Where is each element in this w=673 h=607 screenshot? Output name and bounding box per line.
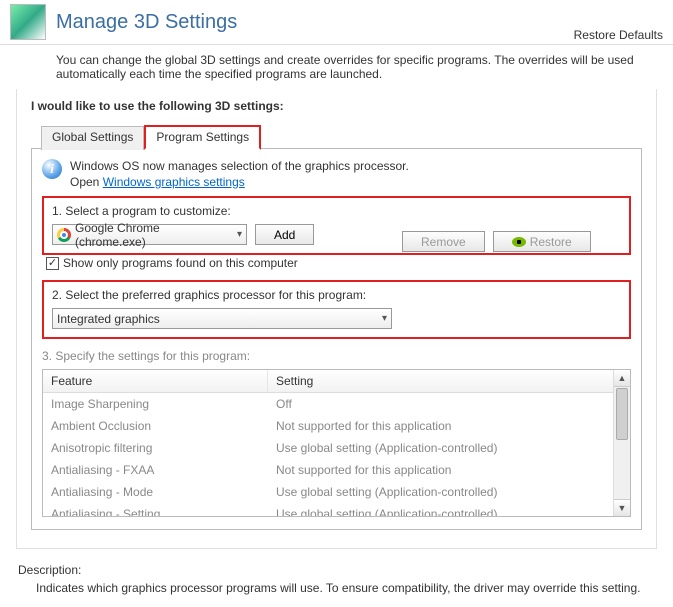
scroll-down-icon[interactable]: ▼: [614, 499, 630, 516]
settings-panel: I would like to use the following 3D set…: [16, 89, 657, 549]
description-block: Description: Indicates which graphics pr…: [0, 557, 673, 605]
table-row[interactable]: Ambient OcclusionNot supported for this …: [43, 415, 630, 437]
col-setting[interactable]: Setting: [268, 370, 630, 392]
cell-setting: Not supported for this application: [268, 415, 630, 437]
table-row[interactable]: Antialiasing - ModeUse global setting (A…: [43, 481, 630, 503]
table-body: Image SharpeningOffAmbient OcclusionNot …: [43, 393, 630, 516]
page-title: Manage 3D Settings: [56, 11, 237, 34]
step2-label: 2. Select the preferred graphics process…: [52, 288, 621, 302]
tab-program-settings[interactable]: Program Settings: [144, 125, 261, 150]
add-button[interactable]: Add: [255, 224, 314, 245]
windows-graphics-settings-link[interactable]: Windows graphics settings: [103, 175, 245, 189]
tab-body: i Windows OS now manages selection of th…: [31, 148, 642, 530]
gpu-select[interactable]: Integrated graphics ▾: [52, 308, 392, 329]
col-feature[interactable]: Feature: [43, 370, 268, 392]
restore-button[interactable]: Restore: [493, 231, 591, 252]
info-icon: i: [42, 159, 62, 179]
program-select-value: Google Chrome (chrome.exe): [75, 221, 231, 249]
gpu-select-value: Integrated graphics: [57, 312, 160, 326]
tabs: Global Settings Program Settings: [41, 125, 642, 149]
cell-feature: Antialiasing - Setting: [43, 503, 268, 516]
step3-label: 3. Specify the settings for this program…: [42, 349, 631, 363]
cell-feature: Anisotropic filtering: [43, 437, 268, 459]
app-icon: [10, 4, 46, 40]
restore-button-label: Restore: [530, 235, 572, 249]
settings-table: Feature Setting Image SharpeningOffAmbie…: [42, 369, 631, 517]
scroll-thumb[interactable]: [616, 388, 628, 440]
cell-setting: Use global setting (Application-controll…: [268, 437, 630, 459]
chrome-icon: [57, 228, 71, 242]
show-only-checkbox[interactable]: ✓: [46, 257, 59, 270]
intro-text: You can change the global 3D settings an…: [0, 45, 673, 89]
tab-global-settings[interactable]: Global Settings: [41, 126, 144, 150]
cell-setting: Not supported for this application: [268, 459, 630, 481]
remove-button[interactable]: Remove: [402, 231, 485, 252]
table-row[interactable]: Antialiasing - SettingUse global setting…: [43, 503, 630, 516]
table-row[interactable]: Antialiasing - FXAANot supported for thi…: [43, 459, 630, 481]
info-line2-prefix: Open: [70, 175, 103, 189]
program-select[interactable]: Google Chrome (chrome.exe) ▾: [52, 224, 247, 245]
info-row: i Windows OS now manages selection of th…: [42, 159, 631, 190]
step1-label: 1. Select a program to customize:: [52, 204, 621, 218]
chevron-down-icon: ▾: [231, 229, 242, 240]
show-only-label: Show only programs found on this compute…: [63, 256, 298, 270]
chevron-down-icon: ▾: [376, 313, 387, 324]
cell-setting: Use global setting (Application-controll…: [268, 503, 630, 516]
scroll-up-icon[interactable]: ▲: [614, 370, 630, 387]
info-text: Windows OS now manages selection of the …: [70, 159, 409, 190]
cell-setting: Off: [268, 393, 630, 415]
table-row[interactable]: Anisotropic filteringUse global setting …: [43, 437, 630, 459]
cell-feature: Ambient Occlusion: [43, 415, 268, 437]
table-header: Feature Setting: [43, 370, 630, 393]
info-line1: Windows OS now manages selection of the …: [70, 159, 409, 173]
panel-title: I would like to use the following 3D set…: [31, 99, 642, 113]
cell-feature: Image Sharpening: [43, 393, 268, 415]
cell-setting: Use global setting (Application-controll…: [268, 481, 630, 503]
step2-box: 2. Select the preferred graphics process…: [42, 280, 631, 339]
header: Manage 3D Settings Restore Defaults: [0, 0, 673, 45]
cell-feature: Antialiasing - FXAA: [43, 459, 268, 481]
restore-defaults-link[interactable]: Restore Defaults: [574, 28, 663, 42]
description-text: Indicates which graphics processor progr…: [18, 581, 655, 595]
cell-feature: Antialiasing - Mode: [43, 481, 268, 503]
table-row[interactable]: Image SharpeningOff: [43, 393, 630, 415]
show-only-row[interactable]: ✓ Show only programs found on this compu…: [46, 256, 631, 270]
description-title: Description:: [18, 563, 655, 577]
scrollbar[interactable]: ▲ ▼: [613, 370, 630, 516]
nvidia-icon: [512, 237, 526, 247]
